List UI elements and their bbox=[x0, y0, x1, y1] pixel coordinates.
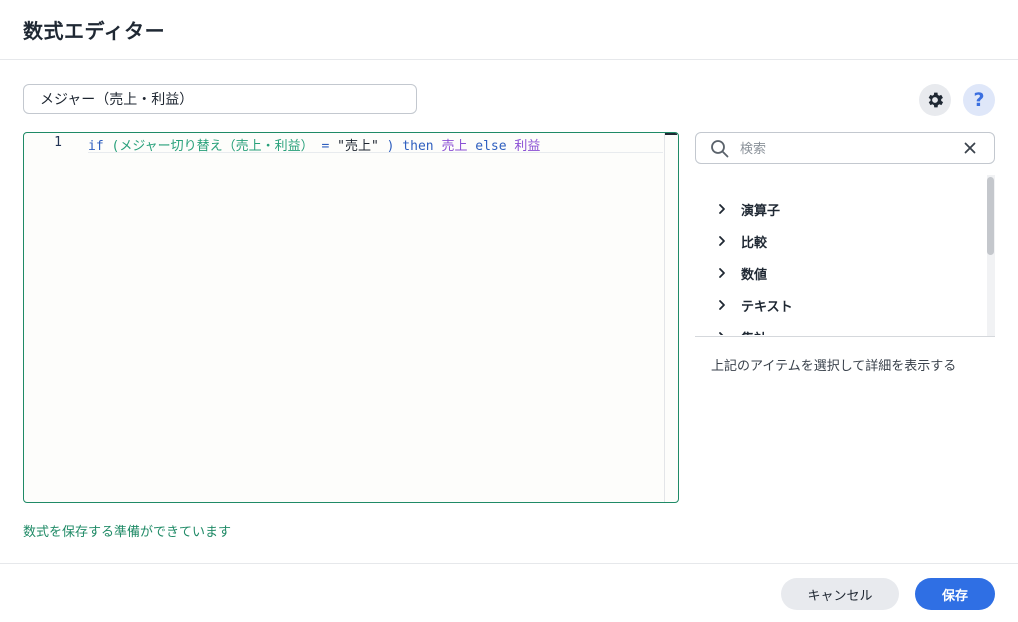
detail-hint: 上記のアイテムを選択して詳細を表示する bbox=[711, 359, 957, 374]
category-label: 集計 bbox=[741, 328, 767, 335]
save-button[interactable]: 保存 bbox=[915, 578, 995, 610]
editor-scroll-marker bbox=[665, 133, 677, 135]
token-else: else bbox=[475, 139, 507, 154]
chevron-right-icon bbox=[719, 268, 725, 278]
panel-divider bbox=[695, 336, 995, 337]
token-then: then bbox=[402, 139, 434, 154]
chevron-right-icon bbox=[719, 332, 724, 335]
formula-editor-dialog: 数式エディター ? 1 if (メジャー切り替え（売上・利益） = "売上" )… bbox=[0, 0, 1018, 622]
code-editor[interactable]: 1 if (メジャー切り替え（売上・利益） = "売上" ) then 売上 e… bbox=[23, 132, 679, 503]
code-line[interactable]: if (メジャー切り替え（売上・利益） = "売上" ) then 売上 els… bbox=[88, 135, 663, 154]
help-icon: ? bbox=[973, 89, 985, 111]
status-message: 数式を保存する準備ができています bbox=[23, 525, 232, 540]
token-close-paren: ) bbox=[386, 139, 395, 154]
footer-divider bbox=[0, 563, 1018, 564]
dialog-title: 数式エディター bbox=[23, 19, 166, 43]
cancel-button[interactable]: キャンセル bbox=[781, 578, 899, 610]
editor-margin-rule bbox=[664, 133, 665, 502]
category-label: テキスト bbox=[741, 300, 793, 315]
chevron-right-icon bbox=[719, 300, 725, 310]
token-equals: = bbox=[321, 139, 330, 154]
token-if: if bbox=[88, 139, 104, 154]
clear-search-icon[interactable] bbox=[962, 140, 978, 156]
dialog-header: 数式エディター bbox=[0, 0, 1018, 60]
category-item-numeric[interactable]: 数値 bbox=[695, 261, 985, 285]
line-number: 1 bbox=[54, 135, 62, 150]
function-category-list: 演算子 比較 数値 テキスト 集計 bbox=[695, 175, 995, 335]
category-label: 演算子 bbox=[741, 204, 781, 219]
gear-icon bbox=[928, 92, 944, 108]
category-item-aggregate[interactable]: 集計 bbox=[695, 325, 985, 335]
chevron-right-icon bbox=[719, 236, 725, 246]
category-label: 数値 bbox=[741, 268, 768, 283]
token-string: "売上" bbox=[337, 139, 379, 154]
category-item-operators[interactable]: 演算子 bbox=[695, 197, 985, 221]
search-icon bbox=[711, 140, 729, 158]
settings-button[interactable] bbox=[919, 84, 951, 116]
token-measure-profit: 利益 bbox=[514, 139, 541, 154]
formula-name-input[interactable] bbox=[23, 84, 417, 114]
help-button[interactable]: ? bbox=[963, 84, 995, 116]
category-item-text[interactable]: テキスト bbox=[695, 293, 985, 317]
chevron-right-icon bbox=[719, 204, 725, 214]
token-measure-sales: 売上 bbox=[441, 139, 468, 154]
category-item-comparison[interactable]: 比較 bbox=[695, 229, 985, 253]
token-field: メジャー切り替え（売上・利益） bbox=[119, 139, 314, 154]
search-input[interactable] bbox=[738, 138, 952, 160]
function-search[interactable] bbox=[695, 132, 995, 164]
category-label: 比較 bbox=[741, 236, 768, 251]
category-scrollbar-thumb[interactable] bbox=[987, 177, 994, 255]
